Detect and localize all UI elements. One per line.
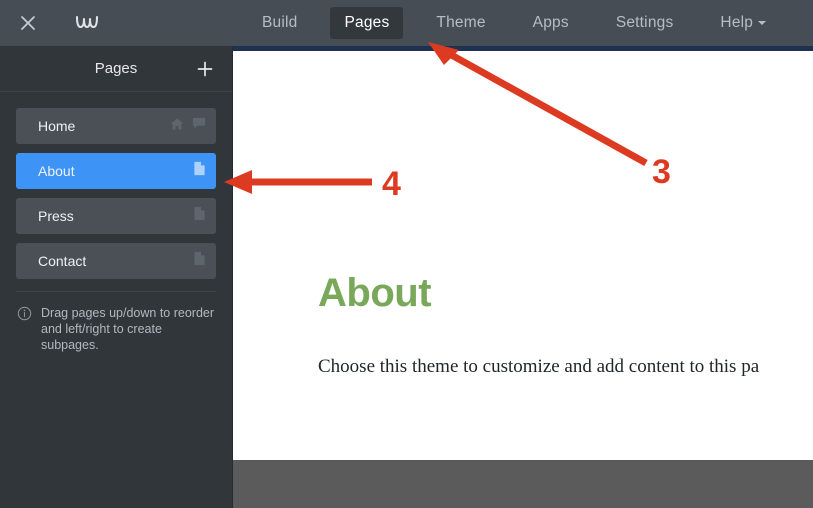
annotation-overlay: [224, 42, 648, 194]
annotation-number-4: 4: [382, 165, 401, 203]
weebly-editor-window: Build Pages Theme Apps Settings Help Pag…: [0, 0, 813, 508]
annotation-arrow-4: [224, 170, 372, 194]
annotation-arrow-3: [428, 42, 648, 167]
annotation-number-3: 3: [652, 153, 671, 191]
